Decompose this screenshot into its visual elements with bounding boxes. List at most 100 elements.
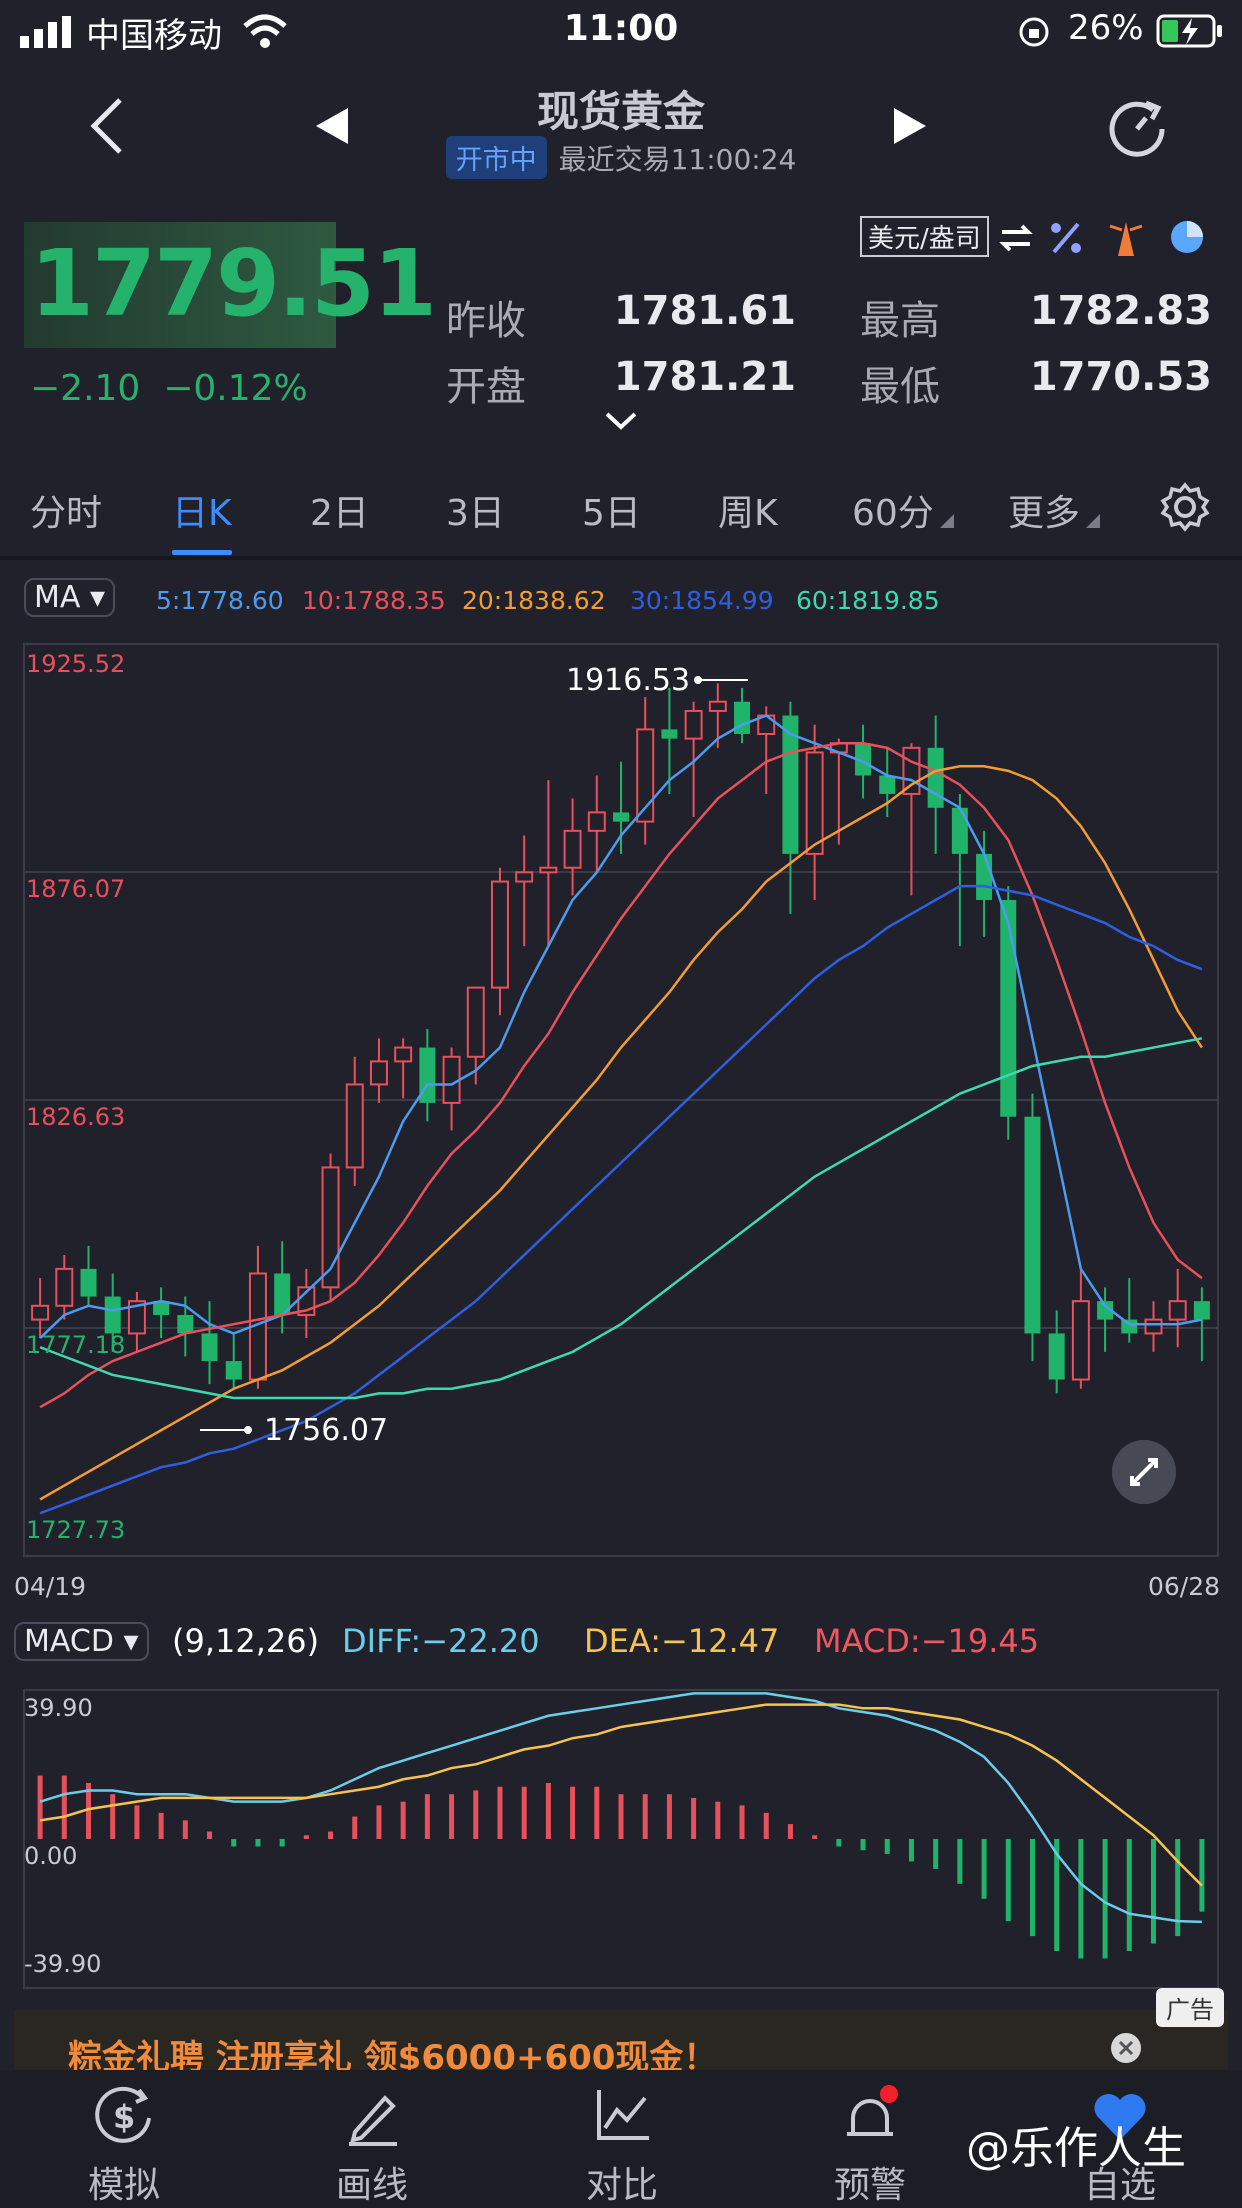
macd-bar: [37, 1775, 43, 1839]
ma-selector[interactable]: MA ▾: [24, 578, 116, 617]
clock: 11:00: [563, 8, 679, 49]
candle-body: [55, 1267, 74, 1307]
macd-bar: [449, 1794, 455, 1839]
pie-chart-icon[interactable]: [1168, 218, 1206, 256]
candle: [805, 724, 824, 900]
open-label: 开盘: [446, 364, 526, 410]
candle-body: [976, 853, 993, 900]
low-label: 最低: [860, 364, 940, 410]
tab-3day[interactable]: 3日: [446, 484, 505, 536]
macd-selector[interactable]: MACD ▾: [14, 1622, 149, 1661]
candle-body: [369, 1060, 388, 1086]
next-icon[interactable]: [892, 106, 928, 146]
ma5-label: 5:1778.60: [156, 586, 284, 615]
candle: [55, 1255, 74, 1320]
last-price: 1779.51: [30, 230, 437, 337]
nav-compare-label: 对比: [585, 2165, 658, 2206]
tab-60min[interactable]: 60分: [852, 484, 934, 536]
chevron-down-icon[interactable]: [604, 410, 638, 432]
nav-draw-line[interactable]: 画线: [282, 2084, 462, 2208]
macd-histogram: [37, 1775, 1205, 1959]
lighthouse-icon[interactable]: [1108, 216, 1144, 258]
low-value: 1770.53: [1029, 354, 1212, 400]
max-price-marker: 1916.53: [566, 663, 748, 698]
nav-bar: 现货黄金 开市中 最近交易11:00:24: [0, 62, 1242, 192]
candle: [976, 830, 993, 937]
macd-bar: [545, 1782, 551, 1839]
candle-body: [563, 829, 582, 869]
close-icon[interactable]: [1110, 2032, 1142, 2064]
settings-gear-icon[interactable]: [1160, 482, 1210, 532]
macd-bar: [1029, 1839, 1035, 1937]
macd-y-zero: 0.00: [24, 1842, 77, 1870]
candle: [201, 1301, 218, 1385]
candle-body: [684, 709, 703, 740]
macd-bar: [182, 1820, 188, 1839]
tab-intraday[interactable]: 分时: [30, 484, 102, 536]
candle: [587, 775, 606, 873]
macd-bar: [739, 1805, 745, 1839]
ma-lines-layer: [39, 714, 1203, 1515]
status-bar: 中国移动 11:00 26%: [0, 0, 1242, 62]
macd-bar: [255, 1839, 261, 1847]
tab-more[interactable]: 更多: [1008, 484, 1080, 536]
change-percent: −0.12%: [163, 368, 308, 409]
candle: [515, 835, 534, 947]
refresh-icon[interactable]: [1106, 98, 1168, 160]
price-change: −2.10 −0.12%: [30, 368, 308, 409]
macd-bar: [158, 1812, 164, 1839]
macd-diff: DIFF:−22.20: [342, 1622, 540, 1660]
svg-text:$: $: [113, 2098, 135, 2136]
swap-icon[interactable]: [998, 222, 1034, 254]
min-price-marker: 1756.07: [200, 1413, 388, 1448]
candle-body: [1000, 900, 1017, 1117]
macd-bar: [1199, 1839, 1205, 1912]
nav-compare[interactable]: 对比: [532, 2084, 712, 2208]
candle-body: [539, 866, 558, 874]
nav-simulate[interactable]: $ 模拟: [34, 2084, 214, 2208]
pen-icon: [349, 2095, 397, 2146]
candle: [1144, 1301, 1163, 1352]
market-status-badge: 开市中: [445, 136, 547, 179]
candle: [31, 1278, 50, 1339]
macd-params: (9,12,26): [172, 1622, 320, 1660]
macd-bar: [836, 1839, 842, 1847]
macd-bar: [231, 1839, 237, 1847]
change-amount: −2.10: [30, 368, 141, 409]
macd-bar: [110, 1794, 116, 1839]
candle: [1048, 1310, 1065, 1394]
macd-chart[interactable]: 39.90 0.00 -39.90: [0, 1686, 1242, 1992]
tab-2day[interactable]: 2日: [310, 484, 369, 536]
candlestick-chart[interactable]: 1925.52 1876.07 1826.63 1777.18 1727.73 …: [0, 640, 1242, 1600]
candle: [490, 867, 509, 1016]
macd-bar: [328, 1831, 334, 1839]
nav-alert[interactable]: 预警: [780, 2084, 960, 2208]
macd-bar: [908, 1839, 914, 1862]
nav-simulate-label: 模拟: [87, 2165, 160, 2206]
candle: [613, 761, 629, 854]
macd-bar: [884, 1839, 890, 1854]
macd-bar: [1078, 1839, 1084, 1959]
macd-bar: [473, 1790, 479, 1839]
candle: [274, 1241, 291, 1334]
macd-bar: [787, 1824, 793, 1839]
ma30-label: 30:1854.99: [630, 586, 774, 615]
nav-alert-label: 预警: [833, 2165, 906, 2206]
percent-icon[interactable]: [1048, 220, 1084, 256]
candle: [394, 1038, 413, 1099]
tab-5day[interactable]: 5日: [582, 484, 641, 536]
candle: [127, 1291, 146, 1352]
macd-bar: [352, 1816, 358, 1839]
tab-daily-k[interactable]: 日K: [172, 484, 232, 536]
max-price-label: 1916.53: [566, 663, 690, 698]
candle-body: [1193, 1301, 1210, 1320]
unit-selector[interactable]: 美元/盎司: [860, 216, 989, 257]
fullscreen-button[interactable]: [1112, 1440, 1176, 1504]
candle-body: [31, 1304, 50, 1321]
candle: [419, 1029, 436, 1122]
tab-weekly-k[interactable]: 周K: [718, 484, 778, 536]
battery-icon: [1156, 14, 1222, 48]
macd-bar: [666, 1794, 672, 1839]
candle-body: [177, 1314, 194, 1334]
candle-body: [466, 986, 485, 1058]
